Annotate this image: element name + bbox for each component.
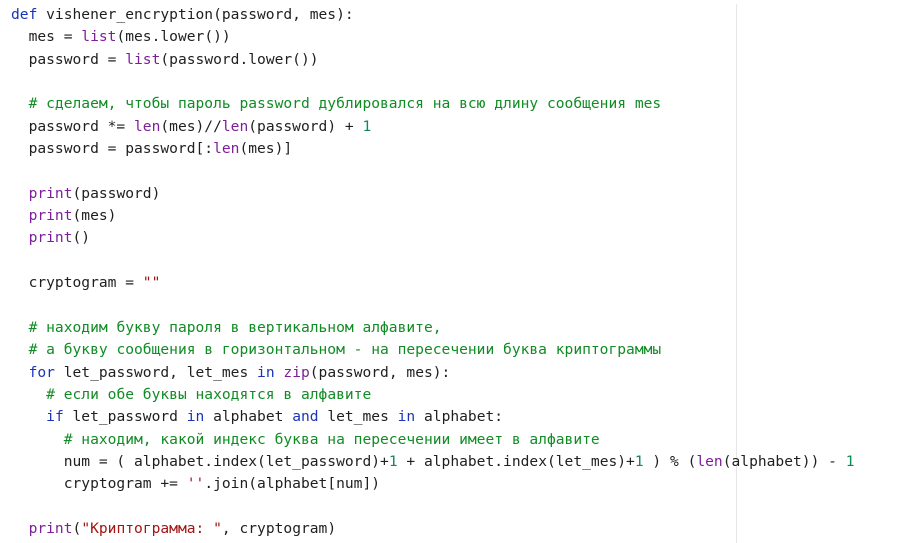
code-line: print(password) <box>11 183 911 205</box>
code-token: (mes.lower()) <box>116 28 231 46</box>
keyword-token: def <box>11 6 38 23</box>
code-token: vishener_encryption(password, mes): <box>37 6 354 23</box>
code-line: cryptogram += ''.join(alphabet[num]) <box>11 473 911 495</box>
code-token: cryptogram += <box>11 475 187 493</box>
comment-token: # а букву сообщения в горизонтальном - н… <box>28 341 662 359</box>
code-line: # сделаем, чтобы пароль password дублиро… <box>11 93 911 115</box>
code-line: print(mes) <box>11 205 911 227</box>
code-line: password *= len(mes)//len(password) + 1 <box>11 116 911 138</box>
code-line: if let_password in alphabet and let_mes … <box>11 406 911 428</box>
code-block[interactable]: def vishener_encryption(password, mes): … <box>11 4 911 540</box>
code-line: password = password[:len(mes)] <box>11 138 911 160</box>
builtin-token: zip <box>283 363 310 381</box>
code-token: (mes)] <box>239 140 293 158</box>
builtin-token: list <box>125 50 161 68</box>
string-token: '' <box>186 475 205 493</box>
code-line: # находим букву пароля в вертикальном ал… <box>11 317 911 339</box>
code-token: (password, mes): <box>309 363 451 381</box>
builtin-token: list <box>81 28 117 46</box>
code-token: num = ( alphabet.index(let_password)+ <box>11 452 389 470</box>
code-token: (mes)// <box>160 117 222 135</box>
keyword-token: if <box>46 408 64 426</box>
keyword-token: in <box>257 363 275 381</box>
code-token: (mes) <box>72 207 117 225</box>
code-token: cryptogram = <box>11 274 143 292</box>
builtin-token: len <box>696 452 723 470</box>
code-token: (password) <box>72 184 161 202</box>
code-token: () <box>72 229 91 247</box>
comment-token: # находим букву пароля в вертикальном ал… <box>28 318 442 336</box>
number-token: 1 <box>634 452 644 470</box>
code-token: ) % ( <box>643 452 697 470</box>
number-token: 1 <box>362 117 372 135</box>
builtin-token: len <box>221 117 249 135</box>
code-line: mes = list(mes.lower()) <box>11 26 911 48</box>
code-token: , cryptogram) <box>221 519 337 537</box>
number-token: 1 <box>388 452 398 470</box>
code-line: for let_password, let_mes in zip(passwor… <box>11 362 911 384</box>
code-token: .join(alphabet[num]) <box>204 475 381 493</box>
code-line: password = list(password.lower()) <box>11 49 911 71</box>
code-token: (password.lower()) <box>160 50 319 68</box>
builtin-token: len <box>134 117 161 135</box>
string-token: "" <box>142 274 161 292</box>
comment-token: # находим, какой индекс буква на пересеч… <box>63 430 600 448</box>
keyword-token: and <box>292 408 319 426</box>
builtin-token: print <box>28 519 73 537</box>
code-line: # а букву сообщения в горизонтальном - н… <box>11 339 911 361</box>
code-token: (alphabet)) - <box>722 452 846 470</box>
code-line: print("Криптограмма: ", cryptogram) <box>11 518 911 540</box>
keyword-token: for <box>28 363 55 381</box>
code-token: ( <box>72 519 82 537</box>
keyword-token: in <box>397 408 416 426</box>
code-token: let_mes <box>318 408 398 426</box>
code-token: alphabet: <box>415 408 504 426</box>
code-line: def vishener_encryption(password, mes): <box>11 4 911 26</box>
code-token: password *= <box>11 117 135 135</box>
code-token: password = <box>11 50 126 68</box>
keyword-token: in <box>186 408 205 426</box>
code-editor[interactable]: def vishener_encryption(password, mes): … <box>0 0 917 543</box>
comment-token: # сделаем, чтобы пароль password дублиро… <box>28 95 662 113</box>
code-line: cryptogram = "" <box>11 272 911 294</box>
code-token: alphabet <box>204 408 293 426</box>
code-token: (password) + <box>248 117 363 135</box>
comment-token: # если обе буквы находятся в алфавите <box>46 385 372 403</box>
code-line: # находим, какой индекс буква на пересеч… <box>11 429 911 451</box>
code-token: let_password <box>63 408 187 426</box>
string-token: "Криптограмма: " <box>81 519 222 537</box>
builtin-token: print <box>28 229 73 247</box>
code-line: num = ( alphabet.index(let_password)+1 +… <box>11 451 911 473</box>
code-line: print() <box>11 227 911 249</box>
number-token: 1 <box>845 452 855 470</box>
builtin-token: len <box>213 140 240 158</box>
code-line: # если обе буквы находятся в алфавите <box>11 384 911 406</box>
builtin-token: print <box>28 184 73 202</box>
code-token: let_password, let_mes <box>54 363 258 381</box>
code-token: + alphabet.index(let_mes)+ <box>397 452 635 470</box>
code-token: mes = <box>11 28 82 46</box>
builtin-token: print <box>28 207 73 225</box>
code-token: password = password[: <box>11 140 214 158</box>
